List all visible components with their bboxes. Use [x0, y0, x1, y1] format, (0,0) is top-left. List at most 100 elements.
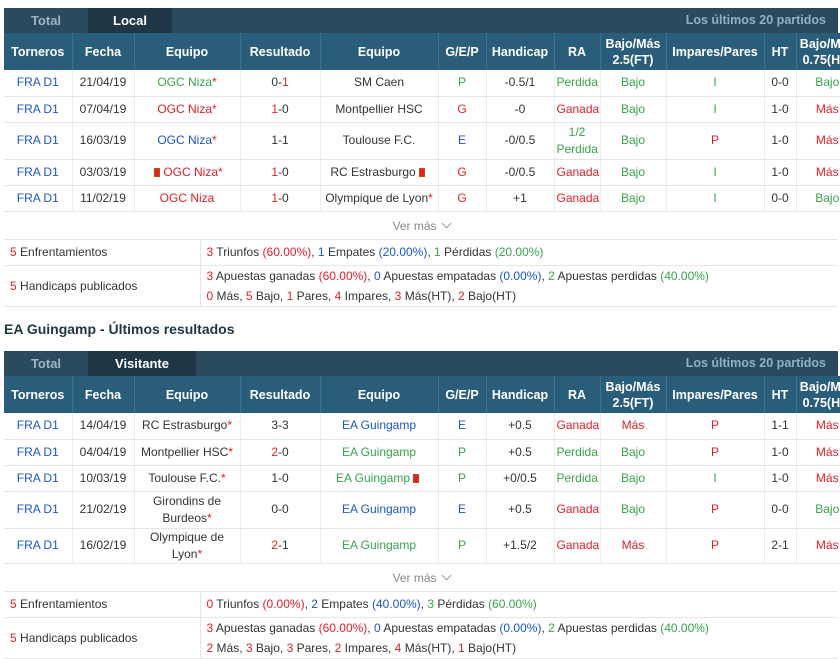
- summary-fragment: Pares,: [293, 289, 334, 303]
- table-row[interactable]: FRA D104/04/19Montpellier HSC*2-0EA Guin…: [4, 439, 840, 465]
- home-team-name[interactable]: OGC Niza: [157, 75, 212, 89]
- home-team-cell[interactable]: OGC Niza*: [134, 122, 240, 159]
- table-row[interactable]: FRA D111/02/19OGC Niza1-0Olympique de Ly…: [4, 185, 840, 211]
- home-team-cell[interactable]: OGC Niza: [134, 185, 240, 211]
- away-team-name[interactable]: Olympique de Lyon: [325, 191, 428, 205]
- away-team-name[interactable]: EA Guingamp: [342, 445, 416, 459]
- tournament-cell[interactable]: FRA D1: [4, 465, 72, 491]
- tournament-cell[interactable]: FRA D1: [4, 185, 72, 211]
- home-team-name[interactable]: OGC Niza: [160, 191, 215, 205]
- home-team-name[interactable]: RC Estrasburgo: [142, 418, 227, 432]
- away-team-cell[interactable]: RC Estrasburgo: [320, 159, 438, 185]
- table-row[interactable]: FRA D116/02/19Olympique de Lyon*2-1 EA Gu…: [4, 528, 840, 563]
- summary-fragment: Pérdidas: [434, 597, 488, 611]
- home-team-name[interactable]: Olympique de Lyon: [150, 530, 224, 561]
- summary-fragment: 1: [318, 245, 325, 259]
- away-team-name[interactable]: EA Guingamp: [342, 538, 416, 552]
- table-row[interactable]: FRA D110/03/19Toulouse F.C.*1-0EA Guinga…: [4, 465, 840, 491]
- away-team-name[interactable]: EA Guingamp: [336, 471, 410, 485]
- away-team-name[interactable]: Montpellier HSC: [335, 102, 422, 116]
- away-team-name[interactable]: SM Caen: [354, 75, 404, 89]
- ver-mas-button[interactable]: Ver más: [4, 564, 838, 592]
- away-team-cell[interactable]: EA Guingamp: [320, 528, 438, 563]
- ht-cell: 1-0: [764, 96, 796, 122]
- away-team-name[interactable]: EA Guingamp: [342, 502, 416, 516]
- away-team-name[interactable]: EA Guingamp: [342, 418, 416, 432]
- column-header: Bajo/Más 0.75(HT): [796, 376, 840, 413]
- home-team-cell[interactable]: Toulouse F.C.*: [134, 465, 240, 491]
- over-under-ht-cell: Bajo: [796, 185, 840, 211]
- tab-local[interactable]: Local: [88, 8, 172, 33]
- home-team-name[interactable]: OGC Niza: [157, 102, 212, 116]
- home-team-cell[interactable]: Olympique de Lyon*: [134, 528, 240, 563]
- table-row[interactable]: FRA D121/02/19Girondins de Burdeos*0-0EA…: [4, 491, 840, 528]
- odd-even-cell: I: [666, 185, 764, 211]
- away-team-cell[interactable]: Olympique de Lyon*: [320, 185, 438, 211]
- tournament-cell[interactable]: FRA D1: [4, 528, 72, 563]
- ra-cell: Perdida: [554, 465, 600, 491]
- odd-even-cell: P: [666, 491, 764, 528]
- result-cell[interactable]: 1-1: [240, 122, 320, 159]
- result-cell[interactable]: 1-0: [240, 185, 320, 211]
- over-under-ft-cell: Más: [600, 528, 666, 563]
- over-under-ht-cell: Bajo: [796, 70, 840, 96]
- result-cell[interactable]: 1-0: [240, 465, 320, 491]
- summary-fragment: 2: [548, 269, 555, 283]
- last-20-label[interactable]: Los últimos 20 partidos: [686, 8, 826, 33]
- summary-fragment: (60.00%): [319, 269, 368, 283]
- away-team-cell[interactable]: EA Guingamp: [320, 439, 438, 465]
- table-row[interactable]: FRA D121/04/19OGC Niza*0-1SM CaenP-0.5/1…: [4, 70, 840, 96]
- home-team-name[interactable]: Montpellier HSC: [141, 445, 228, 459]
- tab-visitante[interactable]: Visitante: [88, 351, 196, 376]
- away-team-cell[interactable]: EA Guingamp: [320, 413, 438, 439]
- away-team-cell[interactable]: EA Guingamp: [320, 465, 438, 491]
- home-team-cell[interactable]: OGC Niza*: [134, 96, 240, 122]
- tournament-cell[interactable]: FRA D1: [4, 122, 72, 159]
- handicap-cell: +0.5: [486, 439, 554, 465]
- home-team-cell[interactable]: OGC Niza*: [134, 159, 240, 185]
- tab-total[interactable]: Total: [4, 8, 88, 33]
- away-team-name[interactable]: RC Estrasburgo: [330, 165, 415, 179]
- tournament-cell[interactable]: FRA D1: [4, 159, 72, 185]
- home-team-name[interactable]: OGC Niza: [163, 165, 218, 179]
- tournament-cell[interactable]: FRA D1: [4, 491, 72, 528]
- date-cell: 21/02/19: [72, 491, 134, 528]
- ht-cell: 0-0: [764, 491, 796, 528]
- tournament-cell[interactable]: FRA D1: [4, 96, 72, 122]
- result-cell[interactable]: 1-0: [240, 96, 320, 122]
- table-row[interactable]: FRA D103/03/19OGC Niza*1-0RC Estrasburgo…: [4, 159, 840, 185]
- ht-cell: 1-0: [764, 159, 796, 185]
- home-team-cell[interactable]: Montpellier HSC*: [134, 439, 240, 465]
- handicaps-stats: 3 Apuestas ganadas (60.00%), 0 Apuestas …: [200, 266, 838, 307]
- tournament-cell[interactable]: FRA D1: [4, 70, 72, 96]
- away-team-cell[interactable]: Toulouse F.C.: [320, 122, 438, 159]
- away-team-cell[interactable]: EA Guingamp: [320, 491, 438, 528]
- tab-total[interactable]: Total: [4, 351, 88, 376]
- home-team-cell[interactable]: RC Estrasburgo*: [134, 413, 240, 439]
- home-team-cell[interactable]: OGC Niza*: [134, 70, 240, 96]
- result-cell[interactable]: 0-1: [240, 70, 320, 96]
- date-cell: 16/02/19: [72, 528, 134, 563]
- table-row[interactable]: FRA D116/03/19OGC Niza*1-1Toulouse F.C.E…: [4, 122, 840, 159]
- ver-mas-button[interactable]: Ver más: [4, 212, 838, 240]
- away-team-cell[interactable]: SM Caen: [320, 70, 438, 96]
- home-team-cell[interactable]: Girondins de Burdeos*: [134, 491, 240, 528]
- last-20-label[interactable]: Los últimos 20 partidos: [686, 351, 826, 376]
- home-team-name[interactable]: Toulouse F.C.: [148, 471, 221, 485]
- away-team-cell[interactable]: Montpellier HSC: [320, 96, 438, 122]
- result-cell[interactable]: 2-1: [240, 528, 320, 563]
- result-cell[interactable]: 1-0: [240, 159, 320, 185]
- result-cell[interactable]: 2-0: [240, 439, 320, 465]
- away-results-section: Total Visitante Los últimos 20 partidos …: [4, 351, 838, 659]
- table-row[interactable]: FRA D114/04/19RC Estrasburgo*3-3EA Guing…: [4, 413, 840, 439]
- away-team-name[interactable]: Toulouse F.C.: [343, 133, 416, 147]
- summary-fragment: Impares,: [341, 289, 394, 303]
- tournament-cell[interactable]: FRA D1: [4, 413, 72, 439]
- tournament-cell[interactable]: FRA D1: [4, 439, 72, 465]
- home-team-name[interactable]: OGC Niza: [157, 133, 212, 147]
- summary-fragment: Triunfos: [213, 245, 262, 259]
- result-cell[interactable]: 3-3: [240, 413, 320, 439]
- odd-even-cell: I: [666, 70, 764, 96]
- table-row[interactable]: FRA D107/04/19OGC Niza*1-0Montpellier HS…: [4, 96, 840, 122]
- result-cell[interactable]: 0-0: [240, 491, 320, 528]
